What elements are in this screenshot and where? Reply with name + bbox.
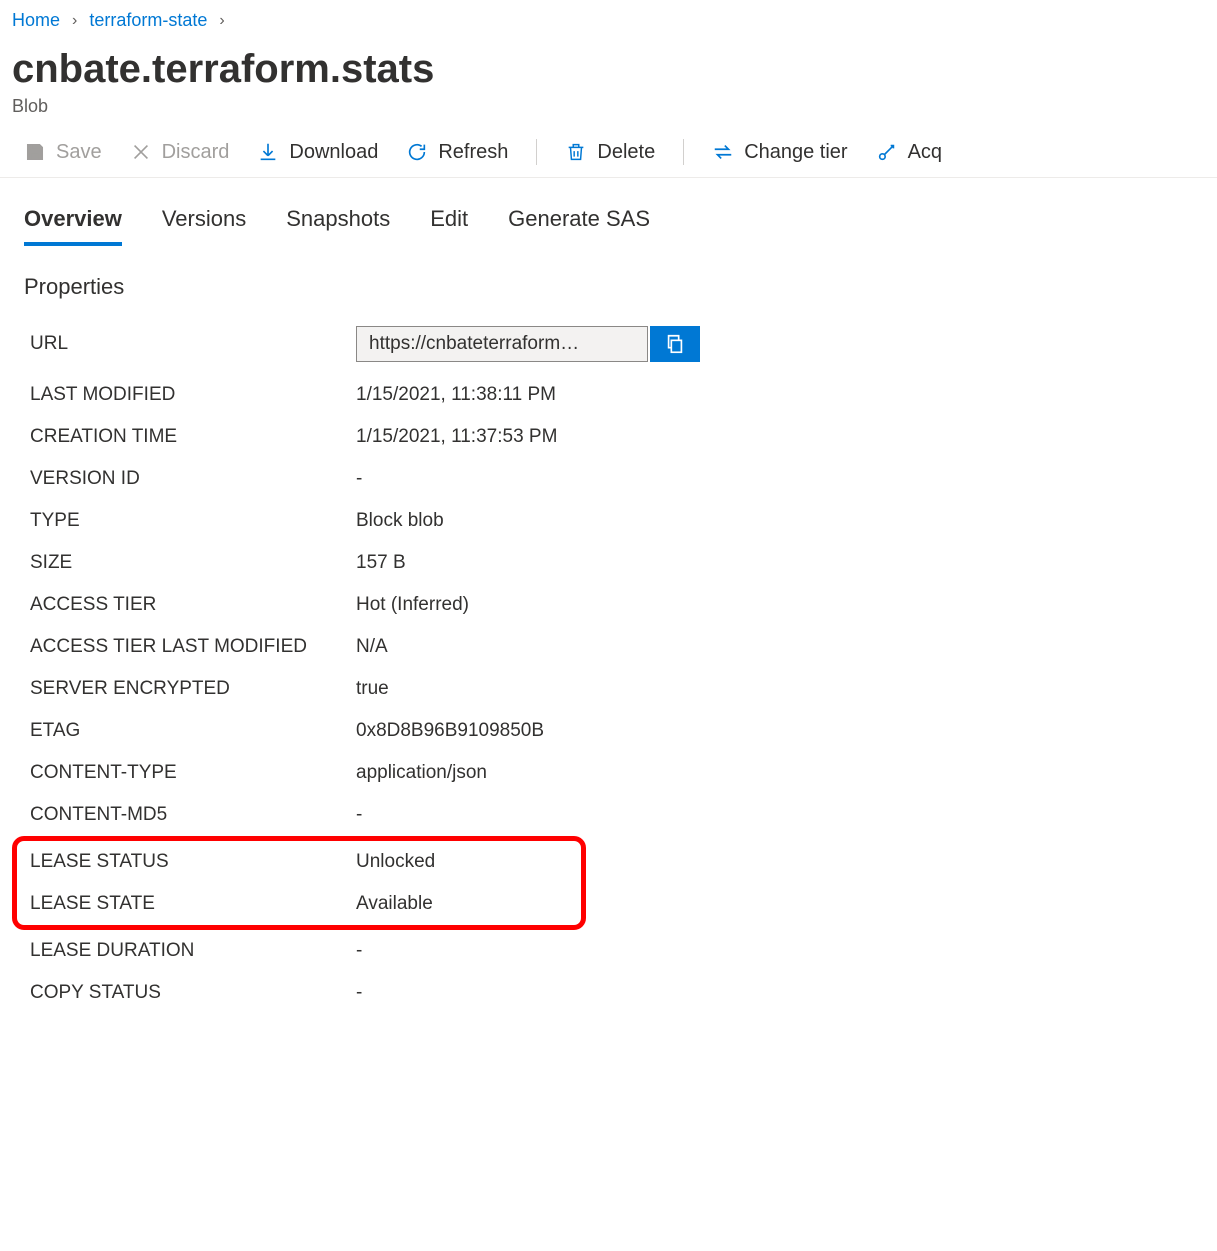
property-lease-duration: LEASE DURATION - <box>30 930 1193 972</box>
last-modified-label: LAST MODIFIED <box>30 384 356 406</box>
content-md5-label: CONTENT-MD5 <box>30 804 356 826</box>
download-label: Download <box>289 141 378 164</box>
size-label: SIZE <box>30 552 356 574</box>
tab-overview[interactable]: Overview <box>24 206 122 246</box>
chevron-right-icon: › <box>72 12 77 30</box>
change-tier-button[interactable]: Change tier <box>712 141 847 164</box>
copy-status-label: COPY STATUS <box>30 982 356 1004</box>
property-etag: ETAG 0x8D8B96B9109850B <box>30 710 1193 752</box>
breadcrumb-home[interactable]: Home <box>12 10 60 31</box>
properties-panel: URL https://cnbateterraform… LAST MODIFI… <box>0 312 1217 1014</box>
access-tier-last-modified-label: ACCESS TIER LAST MODIFIED <box>30 636 356 658</box>
page-title: cnbate.terraform.stats <box>0 39 1217 92</box>
acquire-lease-label: Acq <box>908 141 942 164</box>
discard-button: Discard <box>130 141 230 164</box>
lease-state-label: LEASE STATE <box>30 893 356 915</box>
etag-value: 0x8D8B96B9109850B <box>356 720 544 742</box>
page-subtitle: Blob <box>0 92 1217 135</box>
toolbar: Save Discard Download Refresh Delete Cha… <box>0 135 1217 178</box>
swap-icon <box>712 141 734 163</box>
access-tier-value: Hot (Inferred) <box>356 594 469 616</box>
tab-generate-sas[interactable]: Generate SAS <box>508 206 650 246</box>
refresh-label: Refresh <box>438 141 508 164</box>
lease-status-value: Unlocked <box>356 851 435 873</box>
content-type-label: CONTENT-TYPE <box>30 762 356 784</box>
type-value: Block blob <box>356 510 444 532</box>
tab-snapshots[interactable]: Snapshots <box>286 206 390 246</box>
download-icon <box>257 141 279 163</box>
change-tier-label: Change tier <box>744 141 847 164</box>
close-icon <box>130 141 152 163</box>
lease-duration-value: - <box>356 940 362 962</box>
creation-time-label: CREATION TIME <box>30 426 356 448</box>
download-button[interactable]: Download <box>257 141 378 164</box>
url-value[interactable]: https://cnbateterraform… <box>356 326 648 362</box>
server-encrypted-label: SERVER ENCRYPTED <box>30 678 356 700</box>
creation-time-value: 1/15/2021, 11:37:53 PM <box>356 426 557 448</box>
server-encrypted-value: true <box>356 678 389 700</box>
property-copy-status: COPY STATUS - <box>30 972 1193 1014</box>
tab-edit[interactable]: Edit <box>430 206 468 246</box>
property-size: SIZE 157 B <box>30 542 1193 584</box>
property-content-type: CONTENT-TYPE application/json <box>30 752 1193 794</box>
property-server-encrypted: SERVER ENCRYPTED true <box>30 668 1193 710</box>
save-label: Save <box>56 141 102 164</box>
property-creation-time: CREATION TIME 1/15/2021, 11:37:53 PM <box>30 416 1193 458</box>
properties-heading: Properties <box>0 246 1217 312</box>
discard-label: Discard <box>162 141 230 164</box>
tab-versions[interactable]: Versions <box>162 206 246 246</box>
property-last-modified: LAST MODIFIED 1/15/2021, 11:38:11 PM <box>30 374 1193 416</box>
property-access-tier: ACCESS TIER Hot (Inferred) <box>30 584 1193 626</box>
property-version-id: VERSION ID - <box>30 458 1193 500</box>
save-button: Save <box>24 141 102 164</box>
highlighted-lease-section: LEASE STATUS Unlocked LEASE STATE Availa… <box>12 836 586 930</box>
acquire-lease-button[interactable]: Acq <box>876 141 942 164</box>
property-lease-state: LEASE STATE Available <box>30 883 581 925</box>
toolbar-divider <box>536 139 537 165</box>
property-url: URL https://cnbateterraform… <box>30 322 1193 374</box>
etag-label: ETAG <box>30 720 356 742</box>
copy-url-button[interactable] <box>650 326 700 362</box>
property-type: TYPE Block blob <box>30 500 1193 542</box>
access-tier-last-modified-value: N/A <box>356 636 388 658</box>
last-modified-value: 1/15/2021, 11:38:11 PM <box>356 384 556 406</box>
lease-status-label: LEASE STATUS <box>30 851 356 873</box>
refresh-button[interactable]: Refresh <box>406 141 508 164</box>
access-tier-label: ACCESS TIER <box>30 594 356 616</box>
type-label: TYPE <box>30 510 356 532</box>
content-type-value: application/json <box>356 762 487 784</box>
url-label: URL <box>30 333 356 355</box>
lease-duration-label: LEASE DURATION <box>30 940 356 962</box>
version-id-label: VERSION ID <box>30 468 356 490</box>
lease-state-value: Available <box>356 893 433 915</box>
lease-icon <box>876 141 898 163</box>
delete-button[interactable]: Delete <box>565 141 655 164</box>
refresh-icon <box>406 141 428 163</box>
delete-label: Delete <box>597 141 655 164</box>
copy-status-value: - <box>356 982 362 1004</box>
tabs: Overview Versions Snapshots Edit Generat… <box>0 178 1217 246</box>
content-md5-value: - <box>356 804 362 826</box>
save-icon <box>24 141 46 163</box>
property-lease-status: LEASE STATUS Unlocked <box>30 841 581 883</box>
copy-icon <box>664 333 686 355</box>
breadcrumb: Home › terraform-state › <box>0 0 1217 39</box>
property-access-tier-last-modified: ACCESS TIER LAST MODIFIED N/A <box>30 626 1193 668</box>
size-value: 157 B <box>356 552 406 574</box>
toolbar-divider <box>683 139 684 165</box>
breadcrumb-parent[interactable]: terraform-state <box>89 10 207 31</box>
version-id-value: - <box>356 468 362 490</box>
chevron-right-icon: › <box>219 12 224 30</box>
property-content-md5: CONTENT-MD5 - <box>30 794 1193 836</box>
delete-icon <box>565 141 587 163</box>
